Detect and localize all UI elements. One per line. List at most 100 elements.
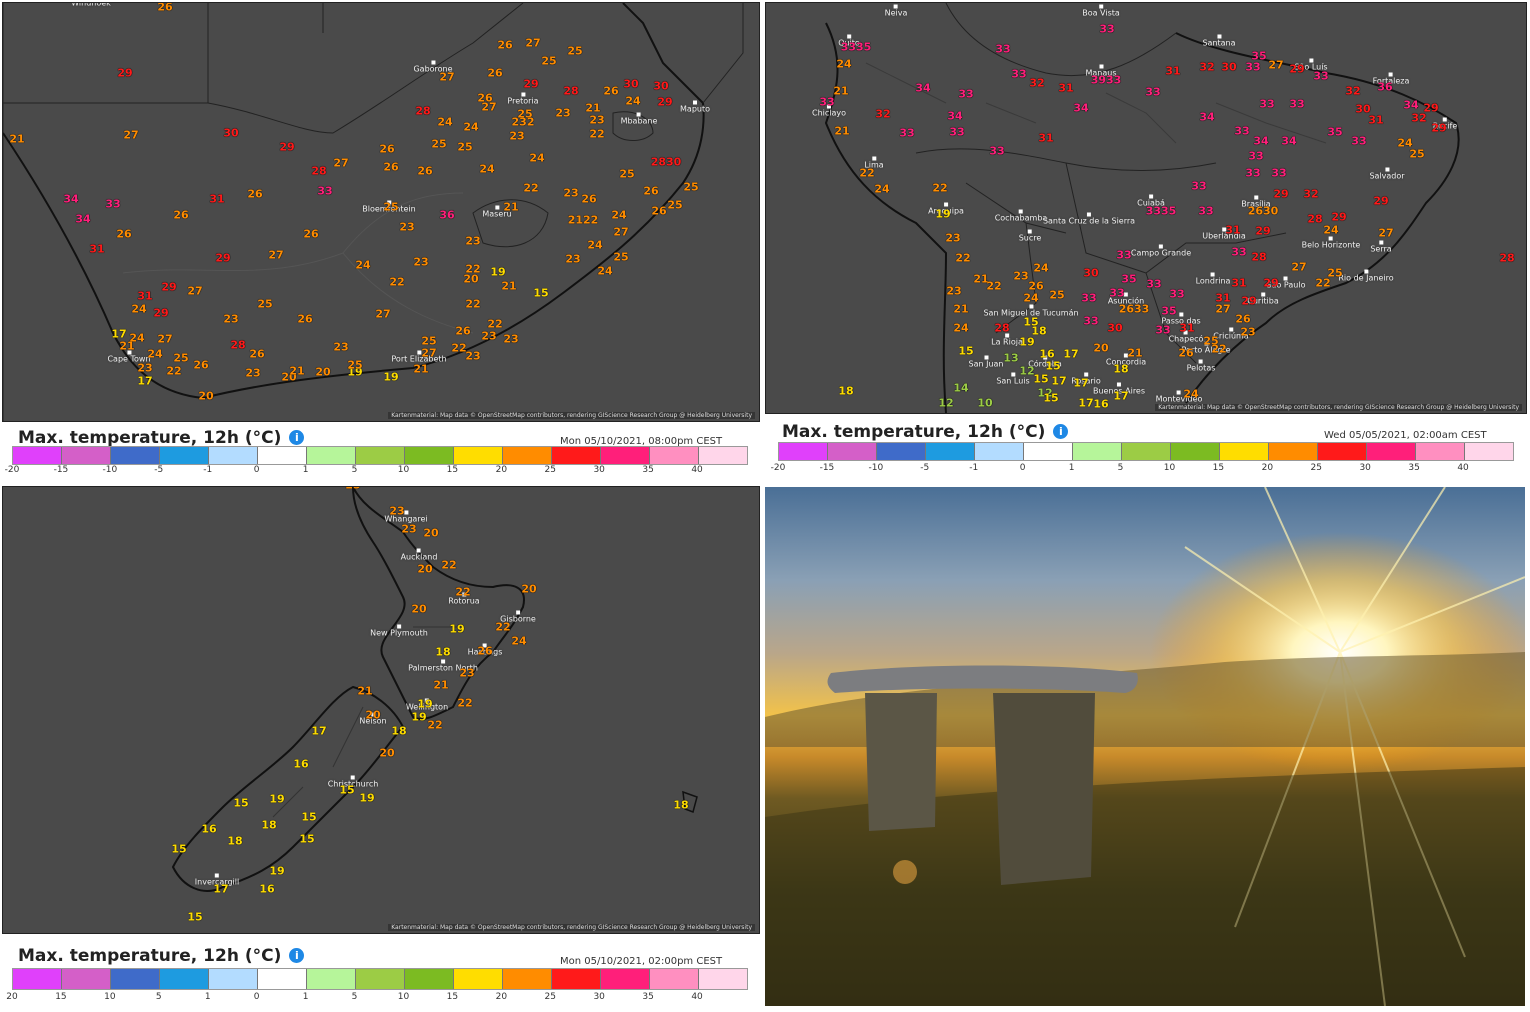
temperature-marker[interactable]: 33 xyxy=(1145,86,1160,99)
temperature-marker[interactable]: 24 xyxy=(953,322,968,335)
temperature-marker[interactable]: 28 xyxy=(1499,252,1514,265)
temperature-marker[interactable]: 23 xyxy=(555,107,570,120)
temperature-marker[interactable]: 23 xyxy=(459,667,474,680)
temperature-marker[interactable]: 25 xyxy=(683,181,698,194)
temperature-marker[interactable]: 23 xyxy=(465,350,480,363)
temperature-marker[interactable]: 35 xyxy=(1161,305,1176,318)
temperature-marker[interactable]: 15 xyxy=(958,345,973,358)
temperature-marker[interactable]: 32 xyxy=(1029,77,1044,90)
temperature-marker[interactable]: 31 xyxy=(1225,224,1240,237)
temperature-marker[interactable]: 27 xyxy=(268,249,283,262)
temperature-marker[interactable]: 25 xyxy=(567,45,582,58)
temperature-marker[interactable]: 24 xyxy=(874,183,889,196)
temperature-marker[interactable]: 29 xyxy=(1331,211,1346,224)
temperature-marker[interactable]: 27 xyxy=(613,226,628,239)
temperature-marker[interactable]: 30 xyxy=(623,78,638,91)
temperature-marker[interactable]: 33 xyxy=(1146,278,1161,291)
temperature-marker[interactable]: 33 xyxy=(819,96,834,109)
temperature-marker[interactable]: 22 xyxy=(427,719,442,732)
temperature-marker[interactable]: 25 xyxy=(173,352,188,365)
temperature-marker[interactable]: 31 xyxy=(1231,277,1246,290)
temperature-marker[interactable]: 33 xyxy=(1259,98,1274,111)
temperature-marker[interactable]: 25 xyxy=(667,199,682,212)
temperature-marker[interactable]: 33 xyxy=(1099,23,1114,36)
temperature-marker[interactable]: 33 xyxy=(1081,292,1096,305)
temperature-marker[interactable]: 14 xyxy=(953,382,968,395)
temperature-marker[interactable]: 24 xyxy=(1033,262,1048,275)
temperature-marker[interactable]: 34 xyxy=(75,213,90,226)
temperature-marker[interactable]: 34 xyxy=(915,82,930,95)
temperature-marker[interactable]: 21 xyxy=(433,679,448,692)
temperature-marker[interactable]: 27 xyxy=(333,157,348,170)
temperature-marker[interactable]: 22 xyxy=(495,621,510,634)
temperature-marker[interactable]: 21 xyxy=(119,340,134,353)
temperature-marker[interactable]: 27 xyxy=(1291,261,1306,274)
temperature-marker[interactable]: 32 xyxy=(1199,61,1214,74)
temperature-marker[interactable]: 18 xyxy=(227,835,242,848)
temperature-marker[interactable]: 16 xyxy=(293,758,308,771)
temperature-marker[interactable]: 23 xyxy=(509,130,524,143)
temperature-marker[interactable]: 15 xyxy=(533,287,548,300)
temperature-marker[interactable]: 24 xyxy=(625,95,640,108)
temperature-marker[interactable]: 26 xyxy=(487,67,502,80)
temperature-marker[interactable]: 15 xyxy=(171,843,186,856)
temperature-marker[interactable]: 25 xyxy=(613,251,628,264)
temperature-marker[interactable]: 22 xyxy=(986,280,1001,293)
temperature-marker[interactable]: 18 xyxy=(673,799,688,812)
temperature-marker[interactable]: 22 xyxy=(465,298,480,311)
temperature-marker[interactable]: 33 xyxy=(1191,180,1206,193)
temperature-marker[interactable]: 26 xyxy=(193,359,208,372)
temperature-marker[interactable]: 10 xyxy=(977,397,992,410)
temperature-marker[interactable]: 29 xyxy=(215,252,230,265)
info-icon[interactable]: i xyxy=(1053,424,1069,439)
temperature-marker[interactable]: 18 xyxy=(261,819,276,832)
temperature-marker[interactable]: 34 xyxy=(1403,99,1418,112)
temperature-marker[interactable]: 24 xyxy=(131,303,146,316)
temperature-marker[interactable]: 25 xyxy=(257,298,272,311)
temperature-marker[interactable]: 30 xyxy=(223,127,238,140)
temperature-marker[interactable]: 24 xyxy=(147,348,162,361)
temperature-marker[interactable]: 33 xyxy=(1231,246,1246,259)
temperature-marker[interactable]: 21 xyxy=(834,125,849,138)
temperature-marker[interactable]: 35 xyxy=(1251,50,1266,63)
temperature-marker[interactable]: 29 xyxy=(657,96,672,109)
temperature-marker[interactable]: 26 xyxy=(1178,347,1193,360)
south-africa-map[interactable]: Kartenmaterial: Map data © OpenStreetMap… xyxy=(2,2,760,422)
temperature-marker[interactable]: 31 xyxy=(1058,82,1073,95)
temperature-marker[interactable]: 23 xyxy=(333,341,348,354)
temperature-marker[interactable]: 26 xyxy=(1235,313,1250,326)
temperature-marker[interactable]: 15 xyxy=(301,811,316,824)
temperature-marker[interactable]: 33 xyxy=(1351,135,1366,148)
temperature-marker[interactable]: 30 xyxy=(1107,322,1122,335)
temperature-marker[interactable]: 23 xyxy=(945,232,960,245)
temperature-marker[interactable]: 29 xyxy=(117,67,132,80)
temperature-marker[interactable]: 31 xyxy=(209,193,224,206)
temperature-marker[interactable]: 29 xyxy=(1373,195,1388,208)
temperature-marker[interactable]: 26 xyxy=(455,325,470,338)
temperature-marker[interactable]: 29 xyxy=(279,141,294,154)
temperature-marker[interactable]: 29 xyxy=(1273,188,1288,201)
temperature-marker[interactable]: 34 xyxy=(1253,135,1268,148)
temperature-marker[interactable]: 25 xyxy=(457,141,472,154)
temperature-marker[interactable]: 36 xyxy=(1377,81,1392,94)
temperature-marker[interactable]: 22 xyxy=(589,128,604,141)
temperature-marker[interactable]: 22 xyxy=(389,276,404,289)
temperature-marker[interactable]: 15 xyxy=(187,911,202,924)
temperature-marker[interactable]: 22 xyxy=(859,167,874,180)
temperature-marker[interactable]: 27 xyxy=(1215,303,1230,316)
temperature-marker[interactable]: 24 xyxy=(836,58,851,71)
temperature-marker[interactable]: 31 xyxy=(137,290,152,303)
temperature-marker[interactable]: 24 xyxy=(587,239,602,252)
temperature-marker[interactable]: 2122 xyxy=(568,214,599,227)
temperature-marker[interactable]: 31 xyxy=(1165,65,1180,78)
temperature-marker[interactable]: 15 xyxy=(1043,392,1058,405)
temperature-marker[interactable]: 18 xyxy=(435,646,450,659)
temperature-marker[interactable]: 24 xyxy=(1183,388,1198,401)
temperature-marker[interactable]: 24 xyxy=(511,635,526,648)
temperature-marker[interactable]: 34 xyxy=(1073,102,1088,115)
temperature-marker[interactable]: 26 xyxy=(581,193,596,206)
temperature-marker[interactable]: 34 xyxy=(1281,135,1296,148)
temperature-marker[interactable]: 19 xyxy=(935,208,950,221)
temperature-marker[interactable]: 33 xyxy=(1245,167,1260,180)
temperature-marker[interactable]: 28 xyxy=(311,165,326,178)
